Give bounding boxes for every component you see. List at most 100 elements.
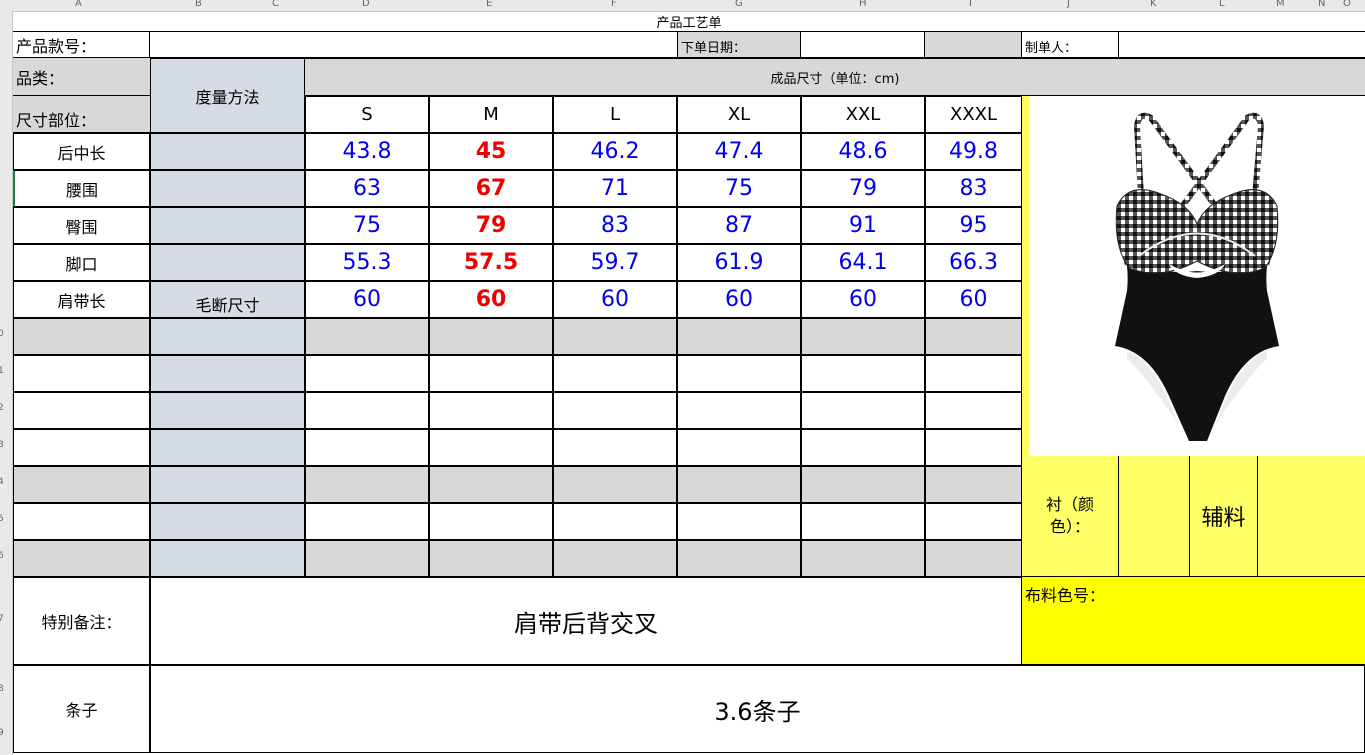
order-date-extra[interactable] bbox=[925, 32, 1022, 58]
value-cell[interactable]: 66.3 bbox=[925, 244, 1022, 281]
value-cell[interactable]: 61.9 bbox=[677, 244, 801, 281]
value-cell[interactable]: 91 bbox=[801, 207, 925, 244]
value-cell-highlight[interactable]: 79 bbox=[429, 207, 553, 244]
strip-value[interactable]: 3.6条子 bbox=[150, 665, 1365, 753]
empty-cell[interactable] bbox=[801, 355, 925, 392]
value-cell[interactable]: 60 bbox=[553, 281, 677, 318]
empty-cell[interactable] bbox=[801, 392, 925, 429]
row-header-18[interactable]: 8 bbox=[0, 684, 4, 694]
empty-cell[interactable] bbox=[429, 355, 553, 392]
empty-cell[interactable] bbox=[925, 318, 1022, 355]
empty-cell[interactable] bbox=[801, 466, 925, 503]
size-part-label[interactable]: 尺寸部位： bbox=[13, 96, 150, 133]
empty-cell[interactable] bbox=[925, 392, 1022, 429]
empty-cell[interactable] bbox=[305, 540, 429, 577]
empty-cell[interactable] bbox=[305, 466, 429, 503]
value-cell[interactable]: 47.4 bbox=[677, 133, 801, 170]
size-header-xxxl[interactable]: XXXL bbox=[925, 96, 1022, 133]
accessory-label[interactable]: 辅料 bbox=[1190, 456, 1258, 577]
empty-cell[interactable] bbox=[150, 466, 305, 503]
raw-size-note[interactable]: 毛断尺寸 bbox=[150, 281, 305, 318]
style-no-value[interactable] bbox=[150, 32, 678, 58]
part-label-hip[interactable]: 臀围 bbox=[13, 207, 150, 244]
size-header-m[interactable]: M bbox=[429, 96, 553, 133]
row-header-11[interactable]: 1 bbox=[0, 366, 4, 376]
col-header-k[interactable]: K bbox=[1150, 0, 1157, 9]
value-cell[interactable]: 83 bbox=[553, 207, 677, 244]
empty-cell[interactable] bbox=[801, 540, 925, 577]
part-label-strap-length[interactable]: 肩带长 bbox=[13, 281, 150, 318]
value-cell[interactable]: 60 bbox=[305, 281, 429, 318]
empty-cell[interactable] bbox=[677, 392, 801, 429]
value-cell[interactable]: 71 bbox=[553, 170, 677, 207]
empty-cell[interactable] bbox=[925, 466, 1022, 503]
value-cell[interactable]: 49.8 bbox=[925, 133, 1022, 170]
col-header-b[interactable]: B bbox=[195, 0, 202, 9]
empty-cell[interactable] bbox=[925, 429, 1022, 466]
empty-cell[interactable] bbox=[801, 429, 925, 466]
col-header-e[interactable]: E bbox=[486, 0, 492, 9]
method-cell[interactable] bbox=[150, 133, 305, 170]
row-header-14[interactable]: 4 bbox=[0, 477, 4, 487]
size-header-xl[interactable]: XL bbox=[677, 96, 801, 133]
special-note-label[interactable]: 特别备注： bbox=[13, 577, 150, 665]
order-date-label[interactable]: 下单日期： bbox=[678, 32, 801, 58]
empty-cell[interactable] bbox=[429, 503, 553, 540]
value-cell[interactable]: 75 bbox=[677, 170, 801, 207]
size-header-xxl[interactable]: XXL bbox=[801, 96, 925, 133]
style-no-label[interactable]: 产品款号： bbox=[13, 32, 150, 58]
empty-cell[interactable] bbox=[305, 318, 429, 355]
method-cell[interactable] bbox=[150, 207, 305, 244]
empty-cell[interactable] bbox=[429, 540, 553, 577]
empty-cell[interactable] bbox=[305, 392, 429, 429]
empty-cell[interactable] bbox=[677, 503, 801, 540]
empty-cell[interactable] bbox=[13, 355, 150, 392]
row-header-19[interactable]: 9 bbox=[0, 728, 4, 738]
row-header-15[interactable]: 5 bbox=[0, 514, 4, 524]
part-label-leg-opening[interactable]: 脚口 bbox=[13, 244, 150, 281]
row-header-13[interactable]: 3 bbox=[0, 440, 4, 450]
row-header-12[interactable]: 2 bbox=[0, 403, 4, 413]
empty-cell[interactable] bbox=[553, 429, 677, 466]
value-cell-highlight[interactable]: 57.5 bbox=[429, 244, 553, 281]
maker-value[interactable] bbox=[1119, 32, 1365, 58]
size-header-s[interactable]: S bbox=[305, 96, 429, 133]
row-header-10[interactable]: 0 bbox=[0, 329, 4, 339]
sheet-title[interactable]: 产品工艺单 bbox=[13, 12, 1365, 32]
value-cell[interactable]: 83 bbox=[925, 170, 1022, 207]
value-cell[interactable]: 64.1 bbox=[801, 244, 925, 281]
value-cell-highlight[interactable]: 60 bbox=[429, 281, 553, 318]
col-header-n[interactable]: N bbox=[1318, 0, 1325, 9]
accessory-value[interactable] bbox=[1258, 456, 1365, 577]
value-cell[interactable]: 60 bbox=[925, 281, 1022, 318]
empty-cell[interactable] bbox=[429, 429, 553, 466]
col-header-j[interactable]: J bbox=[1067, 0, 1070, 9]
empty-cell[interactable] bbox=[677, 318, 801, 355]
col-header-a[interactable]: A bbox=[75, 0, 82, 9]
category-label[interactable]: 品类： bbox=[13, 58, 150, 96]
size-header-l[interactable]: L bbox=[553, 96, 677, 133]
value-cell[interactable]: 87 bbox=[677, 207, 801, 244]
value-cell[interactable]: 46.2 bbox=[553, 133, 677, 170]
value-cell[interactable]: 79 bbox=[801, 170, 925, 207]
value-cell[interactable]: 95 bbox=[925, 207, 1022, 244]
empty-cell[interactable] bbox=[925, 355, 1022, 392]
strip-label[interactable]: 条子 bbox=[13, 665, 150, 753]
empty-cell[interactable] bbox=[925, 503, 1022, 540]
empty-cell[interactable] bbox=[150, 503, 305, 540]
empty-cell[interactable] bbox=[801, 503, 925, 540]
empty-cell[interactable] bbox=[150, 540, 305, 577]
empty-cell[interactable] bbox=[677, 355, 801, 392]
lining-color-label[interactable]: 衬（颜色）： bbox=[1022, 456, 1119, 577]
col-header-f[interactable]: F bbox=[611, 0, 617, 9]
value-cell[interactable]: 60 bbox=[801, 281, 925, 318]
col-header-i[interactable]: I bbox=[969, 0, 972, 9]
empty-cell[interactable] bbox=[150, 429, 305, 466]
empty-cell[interactable] bbox=[305, 355, 429, 392]
col-header-d[interactable]: D bbox=[362, 0, 370, 9]
col-header-c[interactable]: C bbox=[272, 0, 279, 9]
value-cell[interactable]: 48.6 bbox=[801, 133, 925, 170]
empty-cell[interactable] bbox=[150, 318, 305, 355]
empty-cell[interactable] bbox=[13, 503, 150, 540]
empty-cell[interactable] bbox=[13, 318, 150, 355]
